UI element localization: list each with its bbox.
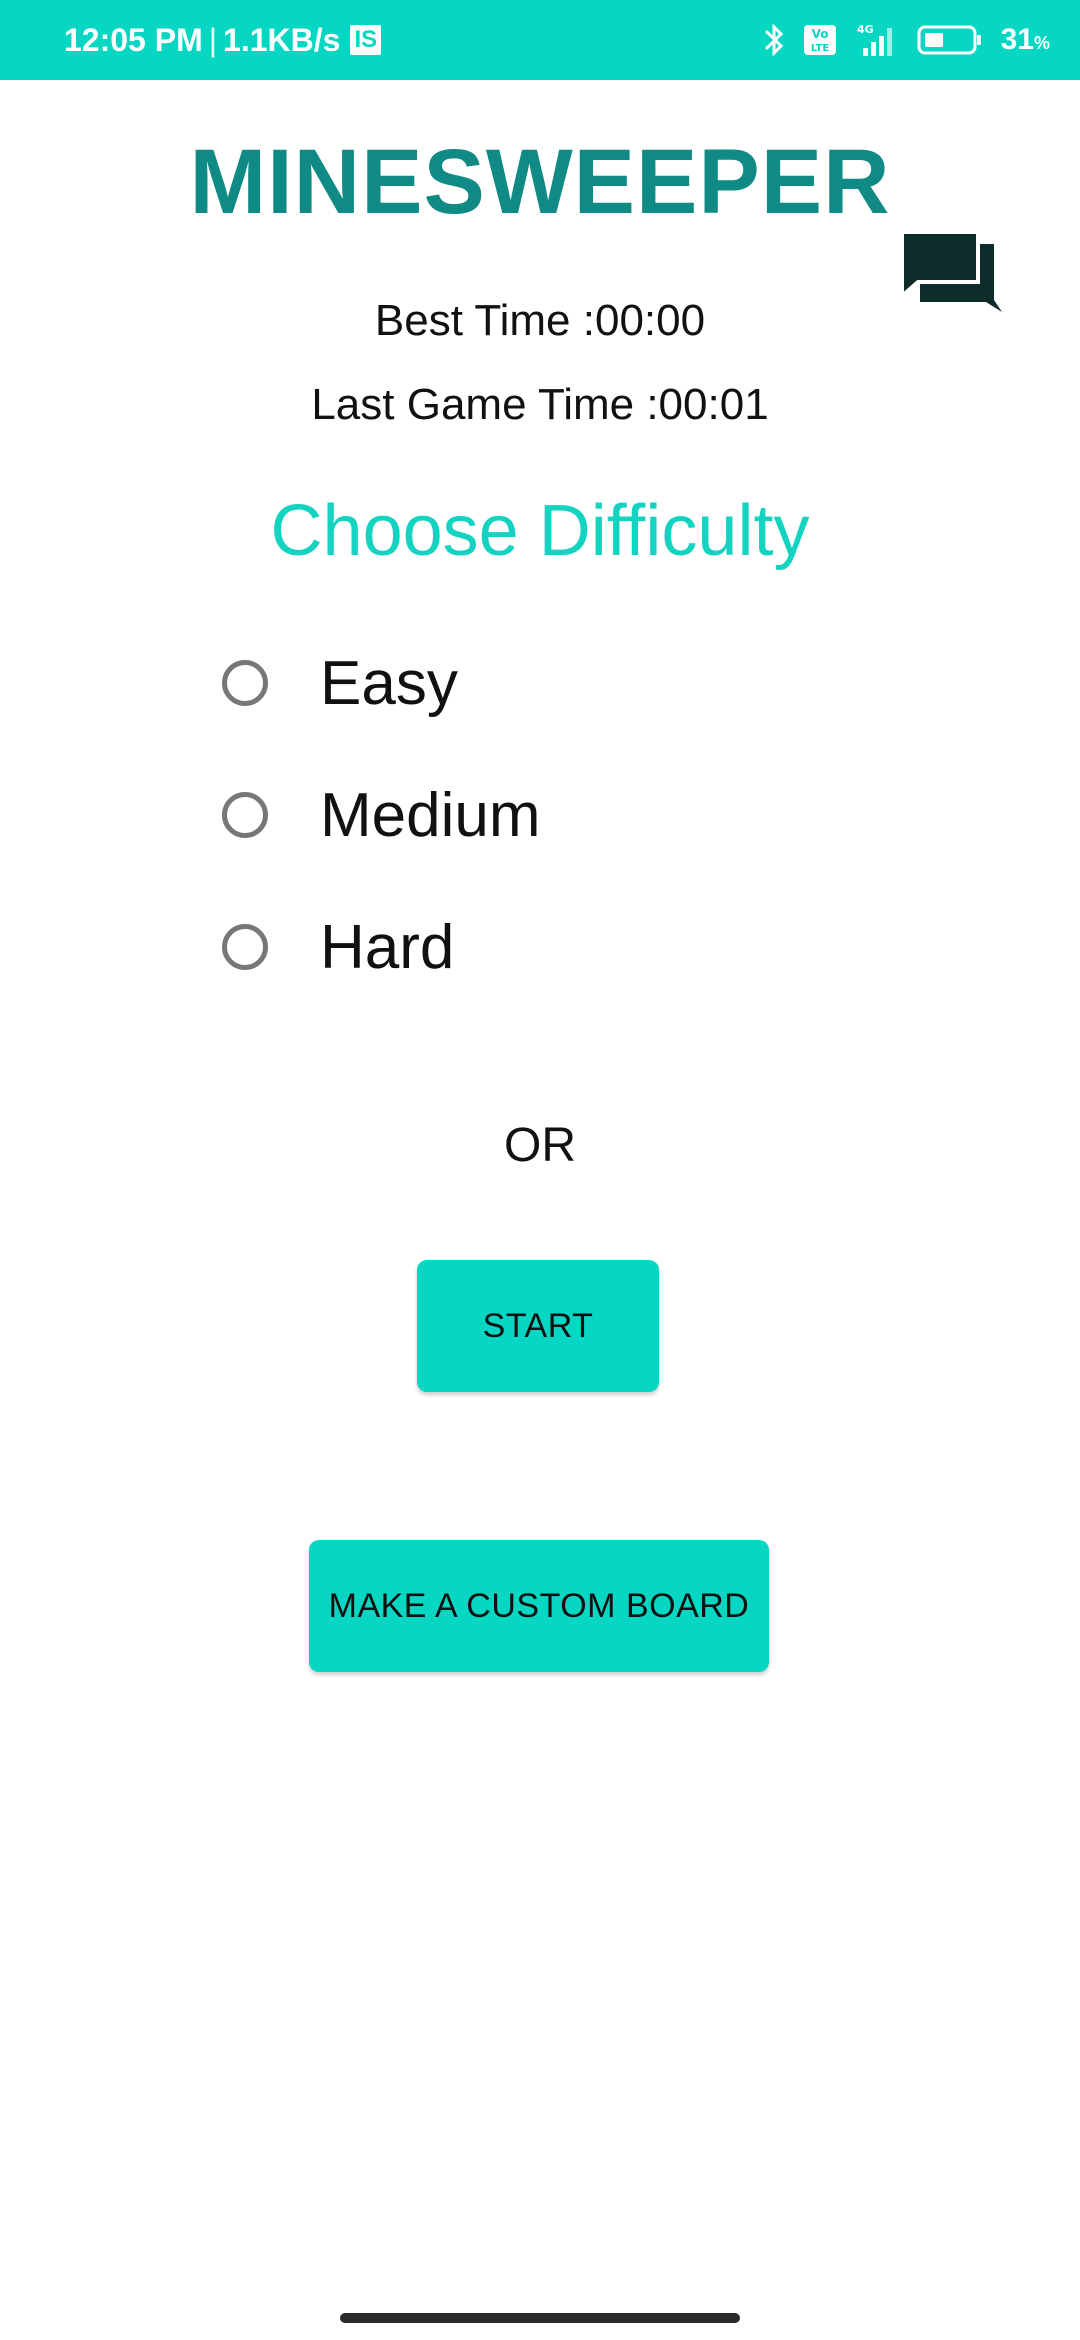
status-separator: | <box>208 21 218 58</box>
battery-percent-value: 31 <box>1000 23 1034 56</box>
svg-text:Vo: Vo <box>811 27 828 41</box>
start-button[interactable]: START <box>417 1260 659 1392</box>
svg-text:LTE: LTE <box>810 43 829 54</box>
status-time: 12:05 PM <box>64 21 203 58</box>
signal-4g-icon: 4G <box>855 22 899 58</box>
network-speed: 1.1KB/s <box>223 21 341 58</box>
status-left: 12:05 PM | 1.1KB/s IS <box>64 0 382 80</box>
best-time-text: Best Time :00:00 <box>374 296 706 345</box>
radio-hard[interactable]: Hard <box>222 902 454 992</box>
make-custom-board-button[interactable]: MAKE A CUSTOM BOARD <box>309 1540 769 1672</box>
radio-label-easy: Easy <box>320 648 458 718</box>
status-bar: 12:05 PM | 1.1KB/s IS Vo LTE 4G 31% <box>0 0 1080 80</box>
radio-label-hard: Hard <box>320 912 455 982</box>
bluetooth-icon <box>763 22 785 58</box>
radio-button-hard[interactable] <box>222 924 268 970</box>
battery-percent-unit: % <box>1033 33 1050 53</box>
radio-button-easy[interactable] <box>222 660 268 706</box>
volte-icon: Vo LTE <box>803 24 837 56</box>
notification-badge: IS <box>350 25 382 55</box>
radio-easy[interactable]: Easy <box>222 638 458 728</box>
last-game-time-text: Last Game Time :00:01 <box>311 380 769 429</box>
radio-label-medium: Medium <box>320 780 541 850</box>
home-gesture-bar[interactable] <box>340 2313 740 2323</box>
radio-medium[interactable]: Medium <box>222 770 541 860</box>
radio-button-medium[interactable] <box>222 792 268 838</box>
or-separator-text: OR <box>504 1119 576 1172</box>
battery-percent: 31% <box>1001 23 1050 57</box>
choose-difficulty-heading: Choose Difficulty <box>270 491 810 571</box>
svg-text:4G: 4G <box>857 23 874 36</box>
battery-icon <box>917 24 983 56</box>
app-title: MINESWEEPER <box>189 131 891 233</box>
status-right: Vo LTE 4G 31% <box>763 0 1050 80</box>
